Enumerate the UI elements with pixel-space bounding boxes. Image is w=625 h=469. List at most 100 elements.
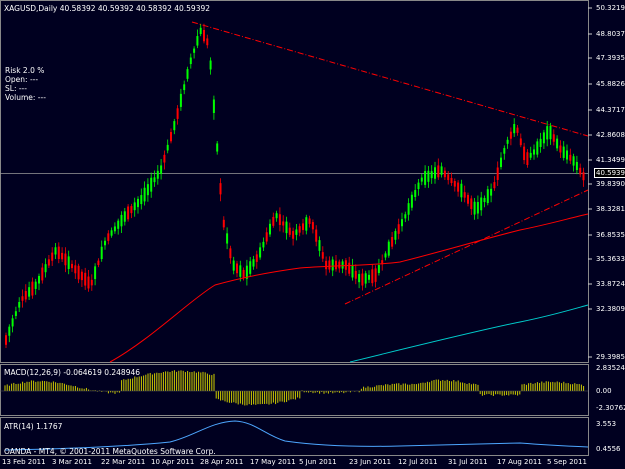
candle-body [533, 149, 535, 155]
candle-body [341, 261, 344, 269]
macd-tick-label: 2.835249 [596, 364, 625, 372]
candle-body [559, 145, 562, 153]
date-tick-label: 5 Jun 2011 [299, 458, 337, 466]
candle-body [239, 265, 242, 277]
candle-body [348, 262, 351, 274]
sl-label: SL: --- [5, 84, 27, 93]
candle-body [516, 127, 519, 133]
date-tick-label: 12 Jul 2011 [398, 458, 438, 466]
date-tick-label: 10 Apr 2011 [151, 458, 195, 466]
candle-body [377, 265, 380, 274]
candle-body [292, 231, 295, 239]
candle-body [123, 211, 126, 222]
candle-body [219, 183, 222, 195]
date-tick-label: 5 Sep 2011 [547, 458, 587, 466]
candle-body [216, 143, 219, 152]
candle-body [335, 260, 337, 270]
candle-body [28, 287, 31, 297]
date-tick-label: 17 May 2011 [250, 458, 296, 466]
candle-body [483, 197, 486, 203]
candle-body [8, 326, 11, 336]
candle-body [90, 279, 93, 286]
candle-body [417, 182, 420, 190]
candle-body [212, 99, 215, 113]
candle-body [486, 189, 489, 204]
candle-body [186, 69, 189, 79]
candle-body [282, 221, 285, 226]
candle-body [153, 177, 156, 183]
candle-body [539, 138, 542, 147]
candle-body [500, 157, 502, 167]
candle-body [506, 139, 509, 144]
candle-body [575, 161, 578, 171]
candle-body [209, 60, 212, 70]
candle-body [87, 276, 90, 289]
candle-body [252, 259, 255, 267]
candle-body [519, 138, 522, 146]
candle-body [130, 206, 133, 214]
candle-body [97, 260, 100, 265]
chart-window[interactable]: XAGUSD,Daily 40.58392 40.59392 40.58392 … [0, 0, 625, 469]
candle-body [549, 125, 552, 140]
candle-body [387, 241, 390, 256]
candle-body [420, 177, 423, 182]
candle-body [536, 141, 539, 155]
price-tick-label: 38.3281 [596, 205, 625, 213]
price-tick-label: 36.8535 [596, 231, 625, 239]
macd-tick-label: -2.307627 [596, 404, 625, 412]
candle-body [503, 148, 506, 154]
date-tick-label: 28 Apr 2011 [200, 458, 244, 466]
candle-body [453, 180, 456, 187]
volume-label: Volume: --- [5, 93, 46, 102]
candle-body [107, 233, 110, 241]
candle-body [120, 214, 123, 227]
price-tick-label: 48.8037 [596, 30, 625, 38]
candle-body [579, 167, 582, 175]
candle-body [140, 195, 143, 205]
candle-body [295, 229, 298, 235]
candle-body [401, 219, 403, 227]
price-tick-label: 35.3633 [596, 255, 625, 263]
candle-body [249, 261, 252, 274]
candle-body [546, 126, 549, 140]
candle-body [173, 121, 176, 131]
candle-body [473, 201, 476, 215]
price-chart[interactable] [0, 0, 625, 469]
candle-body [457, 182, 460, 192]
candle-body [325, 260, 328, 270]
date-tick-label: 23 Jun 2011 [349, 458, 392, 466]
price-tick-label: 44.3717 [596, 106, 625, 114]
candle-body [34, 281, 37, 289]
candle-body [110, 230, 113, 236]
candle-body [364, 273, 367, 284]
date-tick-label: 3 Mar 2011 [52, 458, 92, 466]
candle-body [354, 270, 357, 279]
price-tick-label: 29.3985 [596, 353, 625, 361]
candle-body [361, 273, 364, 286]
candle-body [259, 247, 262, 258]
candle-body [407, 203, 410, 215]
candle-body [556, 138, 559, 149]
candle-body [179, 93, 182, 107]
candle-body [529, 152, 532, 158]
candle-body [463, 192, 466, 198]
candle-body [311, 222, 314, 230]
candle-body [236, 263, 238, 274]
candle-body [434, 167, 436, 179]
candle-body [496, 167, 499, 180]
candle-body [470, 198, 473, 210]
copyright-label: OANDA - MT4, © 2001-2011 MetaQuotes Soft… [4, 447, 216, 456]
candle-body [21, 296, 24, 301]
candle-body [278, 214, 281, 225]
candle-body [156, 170, 159, 179]
candle-body [572, 156, 575, 166]
candle-body [137, 198, 139, 208]
candle-body [397, 224, 400, 234]
candle-body [31, 281, 34, 296]
candle-body [166, 144, 169, 151]
main-pane [0, 0, 589, 363]
price-tick-label: 47.3935 [596, 54, 625, 62]
candle-body [582, 172, 585, 181]
candle-body [193, 48, 196, 53]
candle-body [269, 223, 271, 235]
